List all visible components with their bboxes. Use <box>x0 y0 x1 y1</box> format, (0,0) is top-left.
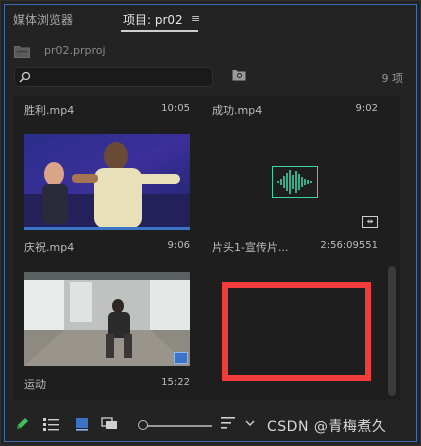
hamburger-menu-icon[interactable]: ≡ <box>191 12 203 25</box>
search-box[interactable] <box>14 67 213 87</box>
freeform-view-icon[interactable] <box>101 417 119 431</box>
tab-project[interactable]: 项目: pr02 <box>123 11 183 28</box>
sort-icon[interactable] <box>221 417 235 429</box>
item-duration: 9:02 <box>355 103 378 114</box>
item-duration: 2:56:09551 <box>320 240 378 251</box>
bottom-toolbar: CSDN @青梅煮久 <box>5 405 415 441</box>
chevron-down-icon[interactable] <box>245 420 255 426</box>
new-search-bin-icon[interactable] <box>232 69 246 81</box>
item-name: 运动 <box>24 378 46 391</box>
scrollbar-thumb[interactable] <box>388 266 396 396</box>
video-thumbnail[interactable] <box>24 272 190 366</box>
sequence-badge-icon <box>174 352 188 364</box>
list-view-icon[interactable] <box>43 417 59 431</box>
video-thumbnail[interactable] <box>24 134 190 230</box>
icon-view-icon[interactable] <box>75 417 89 431</box>
item-name: 成功.mp4 <box>212 104 263 117</box>
search-icon <box>19 71 31 83</box>
item-duration: 10:05 <box>161 103 190 114</box>
watermark-text: CSDN @青梅煮久 <box>267 419 387 435</box>
active-tab-underline <box>121 30 198 32</box>
item-count: 9 项 <box>381 72 404 85</box>
folder-icon <box>14 46 30 58</box>
zoom-slider-track[interactable] <box>146 425 212 427</box>
waveform-icon <box>272 166 318 198</box>
tab-media-browser[interactable]: 媒体浏览器 <box>13 11 73 28</box>
project-file-name: pr02.prproj <box>44 44 106 57</box>
item-duration: 15:22 <box>161 377 190 388</box>
audio-thumbnail[interactable]: ⇹ <box>214 130 390 230</box>
highlight-box <box>222 282 371 381</box>
panel-tabs: 媒体浏览器 项目: pr02 ≡ <box>5 5 415 33</box>
search-input[interactable] <box>37 69 207 85</box>
item-name: 胜利.mp4 <box>24 104 75 117</box>
pencil-icon[interactable] <box>15 417 29 431</box>
zoom-slider-knob[interactable] <box>138 420 148 430</box>
item-name: 片头1-宣传片... <box>212 241 289 254</box>
item-name: 庆祝.mp4 <box>24 241 75 254</box>
item-duration: 9:06 <box>167 240 190 251</box>
audio-clip-badge-icon: ⇹ <box>362 216 378 228</box>
